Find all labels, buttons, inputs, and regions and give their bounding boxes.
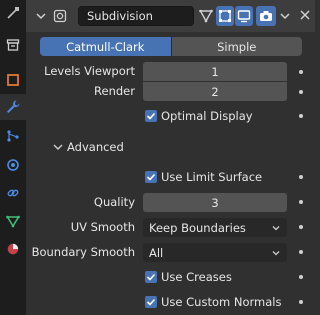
modifier-type-icon [53,9,67,23]
modifier-name-field[interactable]: Subdivision [78,6,194,26]
modifier-header: Subdivision [26,0,315,32]
render-label: Render [94,84,135,98]
optimal-display-label: Optimal Display [161,109,253,123]
use-limit-surface-label: Use Limit Surface [161,170,263,184]
material-tab[interactable] [0,236,26,262]
render-levels-field[interactable]: 2 [143,82,287,101]
chevron-down-icon [272,225,280,230]
scene-icon [6,39,20,51]
levels-viewport-field[interactable]: 1 [143,62,287,81]
object-tab[interactable] [0,67,26,93]
use-custom-normals-checkbox[interactable] [145,296,157,308]
scene-tab[interactable] [0,32,26,58]
uv-smooth-label: UV Smooth [70,220,135,234]
edit-mode-icon [219,10,231,22]
object-data-tab[interactable] [0,208,26,234]
constraints-icon [7,189,19,197]
modifier-panel: Subdivision Catmull-Clark Simple Levels … [26,0,315,315]
simple-option[interactable]: Simple [170,37,302,56]
render-camera-icon [260,11,272,21]
uv-smooth-value: Keep Boundaries [149,220,246,235]
render-keyframe-dot[interactable] [299,90,303,94]
use-creases-label: Use Creases [161,270,232,284]
constraints-tab[interactable] [0,180,26,206]
modifier-wrench-icon [7,100,20,113]
vertex-funnel-icon [199,9,213,23]
modifier-tab[interactable] [0,94,26,120]
levels-viewport-keyframe-dot[interactable] [299,70,303,74]
quality-label: Quality [93,195,135,209]
chevron-down-icon [272,250,280,255]
particles-icon [7,130,19,142]
checkmark-icon [146,173,156,181]
dropdown-chevron-icon [280,13,290,20]
optimal-display-checkbox[interactable] [145,110,157,122]
boundary-smooth-label: Boundary Smooth [31,245,135,259]
extra-options-dropdown[interactable] [278,6,292,26]
levels-viewport-label: Levels Viewport [44,64,135,78]
use-custom-normals-label: Use Custom Normals [161,295,282,309]
object-data-icon [6,215,20,228]
tool-tab[interactable] [0,0,26,26]
catmull-clark-option[interactable]: Catmull-Clark [40,37,171,56]
use-limit-surface-checkbox[interactable] [145,171,157,183]
chevron-down-icon[interactable] [34,9,48,23]
render-toggle[interactable] [256,6,276,26]
use-limit-surface-keyframe-dot[interactable] [299,175,303,179]
boundary-smooth-value: All [149,245,164,260]
advanced-subpanel-header[interactable]: Advanced [26,136,315,158]
checkmark-icon [146,112,156,120]
on-cage-toggle[interactable] [197,6,215,26]
boundary-smooth-keyframe-dot[interactable] [299,250,303,254]
quality-field[interactable]: 3 [143,193,287,212]
checkmark-icon [146,273,156,281]
object-icon [7,74,19,86]
uv-smooth-keyframe-dot[interactable] [299,225,303,229]
edit-mode-toggle[interactable] [216,6,234,26]
advanced-title: Advanced [67,140,124,154]
particles-tab[interactable] [0,123,26,149]
tool-icon [7,7,19,19]
close-icon[interactable] [298,8,312,22]
realtime-display-icon [237,10,251,23]
uv-smooth-dropdown[interactable]: Keep Boundaries [143,218,287,237]
chevron-down-icon [53,144,63,150]
use-creases-checkbox[interactable] [145,271,157,283]
use-creases-keyframe-dot[interactable] [299,275,303,279]
properties-tab-strip [0,0,26,315]
quality-keyframe-dot[interactable] [299,200,303,204]
subdivision-type-selector: Catmull-Clark Simple [40,37,302,56]
physics-tab[interactable] [0,152,26,178]
material-icon [7,243,19,255]
use-custom-normals-keyframe-dot[interactable] [299,300,303,304]
physics-icon [7,159,19,171]
realtime-toggle[interactable] [235,6,253,26]
checkmark-icon [146,298,156,306]
boundary-smooth-dropdown[interactable]: All [143,243,287,262]
optimal-display-keyframe-dot[interactable] [299,114,303,118]
